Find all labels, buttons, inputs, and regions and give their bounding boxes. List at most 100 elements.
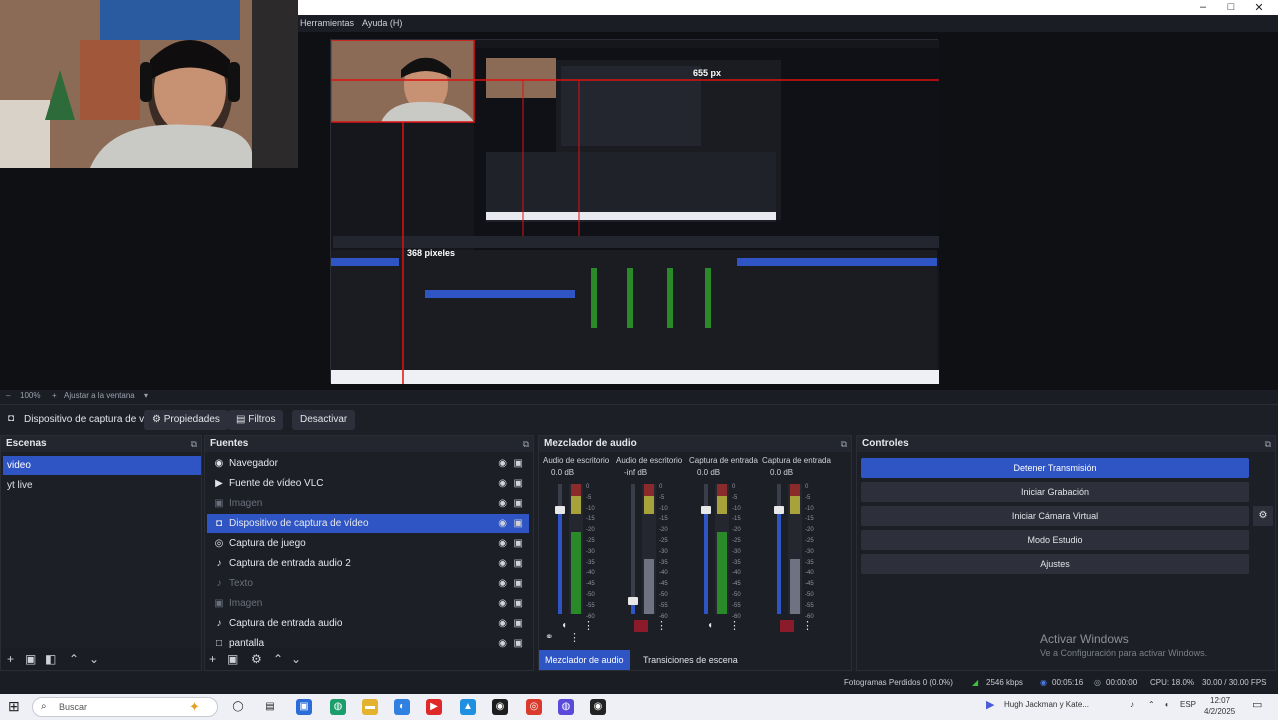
source-item[interactable]: ♪ Texto ◉ ▣ [207, 574, 529, 593]
more-icon[interactable]: ⋮ [656, 619, 667, 632]
more-icon[interactable]: ⋮ [583, 619, 594, 632]
windows-start-icon[interactable]: ⊞ [8, 698, 20, 715]
volume-slider[interactable] [558, 484, 562, 614]
tab-scene-transitions[interactable]: Transiciones de escena [637, 650, 744, 670]
minimize-button[interactable]: – [1196, 1, 1210, 13]
folder-icon[interactable]: ▬ [362, 699, 378, 715]
volume-knob[interactable] [628, 597, 638, 605]
widgets-icon[interactable]: ▤ [262, 699, 278, 715]
volume-knob[interactable] [555, 506, 565, 514]
more-icon[interactable]: ⋮ [569, 631, 580, 644]
menu-help[interactable]: Ayuda (H) [362, 18, 402, 28]
add-icon[interactable]: + [209, 652, 216, 666]
eye-icon[interactable]: ◉ [498, 474, 507, 493]
eye-icon[interactable]: ◉ [498, 454, 507, 473]
taskbar-search-input[interactable]: ⌕ Buscar ✦ [32, 697, 218, 717]
zoom-plus-icon[interactable]: + [52, 391, 57, 400]
chevron-up-icon[interactable]: ⌃ [69, 652, 79, 666]
scene-item-yt-live[interactable]: yt live [3, 476, 201, 495]
chevron-up-icon[interactable]: ⌃ [1148, 700, 1155, 709]
eye-icon[interactable]: ◉ [498, 514, 507, 533]
scene-item-video[interactable]: video [3, 456, 201, 475]
lock-icon[interactable]: ▣ [514, 574, 523, 593]
deactivate-button[interactable]: Desactivar [292, 410, 356, 430]
media-title[interactable]: Hugh Jackman y Kate... [1004, 700, 1089, 709]
lock-icon[interactable]: ▣ [514, 454, 523, 473]
lock-icon[interactable]: ▣ [514, 554, 523, 573]
source-item[interactable]: ▣ Imagen ◉ ▣ [207, 494, 529, 513]
studio-mode-button[interactable]: Modo Estudio [861, 530, 1249, 550]
start-recording-button[interactable]: Iniciar Grabación [861, 482, 1249, 502]
speaker-icon[interactable]: ◖ [707, 620, 721, 632]
volume-slider[interactable] [777, 484, 781, 614]
eye-icon[interactable]: ◉ [498, 554, 507, 573]
start-virtual-camera-button[interactable]: Iniciar Cámara Virtual [861, 506, 1249, 526]
source-item[interactable]: ▣ Imagen ◉ ▣ [207, 594, 529, 613]
source-item[interactable]: ♪ Captura de entrada audio 2 ◉ ▣ [207, 554, 529, 573]
source-item[interactable]: ♪ Captura de entrada audio ◉ ▣ [207, 614, 529, 633]
chevron-down-icon[interactable]: ▾ [144, 391, 148, 400]
fit-window-label[interactable]: Ajustar a la ventana [64, 391, 135, 400]
eye-icon[interactable]: ◉ [498, 594, 507, 613]
clock-time[interactable]: 12:07 [1210, 696, 1230, 705]
lock-icon[interactable]: ▣ [514, 614, 523, 633]
eye-icon[interactable]: ◉ [498, 614, 507, 633]
eye-icon[interactable]: ◉ [498, 494, 507, 513]
link-icon[interactable]: ⚭ [545, 632, 553, 643]
source-item[interactable]: ▶ Fuente de vídeo VLC ◉ ▣ [207, 474, 529, 493]
menu-tools[interactable]: Herramientas [300, 18, 354, 28]
chat-icon[interactable]: ◍ [330, 699, 346, 715]
preview-canvas[interactable]: 655 px 368 pixeles [298, 32, 1278, 390]
task-view-icon[interactable]: ◯ [230, 699, 246, 715]
mic-icon[interactable]: ♪ [1130, 700, 1134, 709]
lock-icon[interactable]: ▣ [514, 534, 523, 553]
store-icon[interactable]: ▣ [296, 699, 312, 715]
settings-button[interactable]: Ajustes [861, 554, 1249, 574]
obs-icon[interactable]: ◉ [492, 699, 508, 715]
gear-icon[interactable]: ⚙ [251, 652, 262, 666]
undock-icon[interactable]: ⧉ [841, 436, 847, 452]
undock-icon[interactable]: ⧉ [191, 436, 197, 452]
lock-icon[interactable]: ▣ [514, 594, 523, 613]
close-button[interactable]: ✕ [1252, 1, 1266, 14]
undock-icon[interactable]: ⧉ [523, 436, 529, 452]
edge-icon[interactable]: ◐ [394, 699, 410, 715]
chevron-down-icon[interactable]: ⌄ [89, 652, 99, 666]
source-item[interactable]: ◎ Captura de juego ◉ ▣ [207, 534, 529, 553]
source-item[interactable]: ◉ Navegador ◉ ▣ [207, 454, 529, 473]
filter-icon[interactable]: ◧ [45, 652, 56, 666]
properties-button[interactable]: ⚙ Propiedades [144, 410, 228, 430]
messenger-icon[interactable]: ◍ [558, 699, 574, 715]
clock-date[interactable]: 4/2/2025 [1204, 707, 1235, 716]
lock-icon[interactable]: ▣ [514, 494, 523, 513]
stop-streaming-button[interactable]: Detener Transmisión [861, 458, 1249, 478]
maximize-button[interactable]: □ [1224, 1, 1238, 13]
lock-icon[interactable]: ▣ [514, 474, 523, 493]
lock-icon[interactable]: ▣ [514, 514, 523, 533]
add-icon[interactable]: + [7, 652, 14, 666]
source-item[interactable]: ◘ Dispositivo de captura de vídeo ◉ ▣ [207, 514, 529, 533]
more-icon[interactable]: ⋮ [729, 619, 740, 632]
chevron-down-icon[interactable]: ⌄ [291, 652, 301, 666]
eye-icon[interactable]: ◉ [498, 534, 507, 553]
volume-knob[interactable] [701, 506, 711, 514]
filters-button[interactable]: ▤ Filtros [228, 410, 284, 430]
speaker-icon[interactable] [780, 620, 794, 632]
chevron-up-icon[interactable]: ⌃ [273, 652, 283, 666]
youtube-icon[interactable]: ▶ [426, 699, 442, 715]
zoom-minus-icon[interactable]: – [6, 391, 10, 400]
speaker-icon[interactable] [634, 620, 648, 632]
obs-alt-icon[interactable]: ◉ [590, 699, 606, 715]
media-icon[interactable]: ▶ [986, 698, 994, 711]
notifications-icon[interactable]: ▭ [1252, 698, 1262, 711]
volume-knob[interactable] [774, 506, 784, 514]
undock-icon[interactable]: ⧉ [1265, 436, 1271, 452]
gear-icon[interactable]: ⚙ [1253, 506, 1273, 526]
delete-icon[interactable]: ▣ [25, 652, 36, 666]
volume-slider[interactable] [704, 484, 708, 614]
more-icon[interactable]: ⋮ [802, 619, 813, 632]
volume-slider[interactable] [631, 484, 635, 614]
delete-icon[interactable]: ▣ [227, 652, 238, 666]
tab-audio-mixer[interactable]: Mezclador de audio [539, 650, 630, 670]
eye-icon[interactable]: ◉ [498, 574, 507, 593]
